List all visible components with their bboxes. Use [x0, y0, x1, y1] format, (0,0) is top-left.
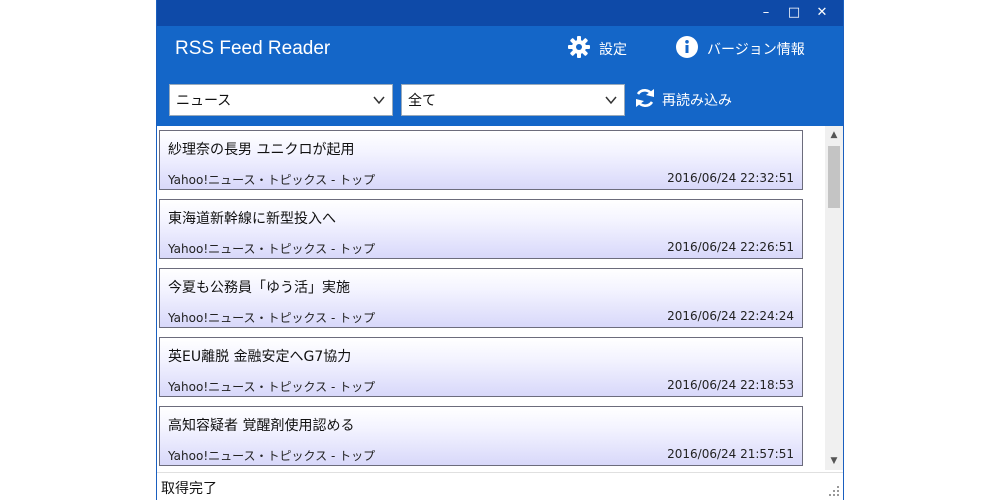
feed-item[interactable]: 高知容疑者 覚醒剤使用認める Yahoo!ニュース・トピックス - トップ 20… — [159, 406, 803, 466]
feed-item-title: 紗理奈の長男 ユニクロが起用 — [168, 142, 355, 158]
status-text: 取得完了 — [161, 481, 217, 497]
refresh-icon — [633, 86, 662, 114]
status-bar: 取得完了 — [157, 472, 843, 500]
feed-item-source: Yahoo!ニュース・トピックス - トップ — [168, 242, 376, 256]
feed-item[interactable]: 紗理奈の長男 ユニクロが起用 Yahoo!ニュース・トピックス - トップ 20… — [159, 130, 803, 190]
category-select[interactable]: ニュース — [169, 84, 393, 116]
minimize-button[interactable]: – — [755, 3, 777, 23]
chevron-down-icon — [605, 96, 617, 105]
reload-button[interactable]: 再読み込み — [633, 86, 732, 114]
version-info-button[interactable]: バージョン情報 — [675, 36, 805, 62]
scroll-up-button[interactable]: ▲ — [825, 126, 843, 144]
feed-item-title: 高知容疑者 覚醒剤使用認める — [168, 418, 355, 434]
app-window: – □ ✕ RSS Feed Reader 設定 バージョン情報 ニュース 全て… — [156, 0, 844, 500]
chevron-down-icon — [373, 96, 385, 105]
feed-item-date: 2016/06/24 22:18:53 — [667, 378, 794, 392]
title-bar[interactable]: – □ ✕ — [157, 0, 843, 26]
gear-icon — [567, 35, 599, 63]
maximize-button[interactable]: □ — [783, 3, 805, 23]
feed-item-date: 2016/06/24 22:32:51 — [667, 171, 794, 185]
feed-item-source: Yahoo!ニュース・トピックス - トップ — [168, 311, 376, 325]
category-select-value: ニュース — [176, 93, 232, 109]
app-header: RSS Feed Reader 設定 バージョン情報 ニュース 全て 再読み込み — [157, 26, 843, 126]
version-info-label: バージョン情報 — [707, 42, 805, 58]
scroll-down-button[interactable]: ▼ — [825, 452, 843, 470]
close-button[interactable]: ✕ — [811, 3, 833, 23]
feed-scrollbar[interactable]: ▲ ▼ — [825, 126, 843, 470]
feed-item-title: 今夏も公務員「ゆう活」実施 — [168, 280, 350, 296]
scroll-thumb[interactable] — [828, 146, 840, 208]
settings-label: 設定 — [599, 42, 627, 58]
feed-item-source: Yahoo!ニュース・トピックス - トップ — [168, 173, 376, 187]
feed-item-source: Yahoo!ニュース・トピックス - トップ — [168, 380, 376, 394]
feed-list[interactable]: 紗理奈の長男 ユニクロが起用 Yahoo!ニュース・トピックス - トップ 20… — [157, 126, 825, 470]
reload-label: 再読み込み — [662, 93, 732, 109]
settings-button[interactable]: 設定 — [567, 36, 627, 62]
feed-item-source: Yahoo!ニュース・トピックス - トップ — [168, 449, 376, 463]
range-select[interactable]: 全て — [401, 84, 625, 116]
feed-item[interactable]: 英EU離脱 金融安定へG7協力 Yahoo!ニュース・トピックス - トップ 2… — [159, 337, 803, 397]
feed-item-date: 2016/06/24 22:26:51 — [667, 240, 794, 254]
feed-item[interactable]: 東海道新幹線に新型投入へ Yahoo!ニュース・トピックス - トップ 2016… — [159, 199, 803, 259]
feed-item-date: 2016/06/24 21:57:51 — [667, 447, 794, 461]
resize-grip-icon[interactable] — [828, 485, 840, 497]
feed-item-title: 英EU離脱 金融安定へG7協力 — [168, 349, 352, 365]
feed-item-date: 2016/06/24 22:24:24 — [667, 309, 794, 323]
app-title: RSS Feed Reader — [175, 38, 331, 59]
feed-item[interactable]: 今夏も公務員「ゆう活」実施 Yahoo!ニュース・トピックス - トップ 201… — [159, 268, 803, 328]
feed-item-title: 東海道新幹線に新型投入へ — [168, 211, 336, 227]
info-icon — [675, 35, 707, 63]
range-select-value: 全て — [408, 93, 436, 109]
